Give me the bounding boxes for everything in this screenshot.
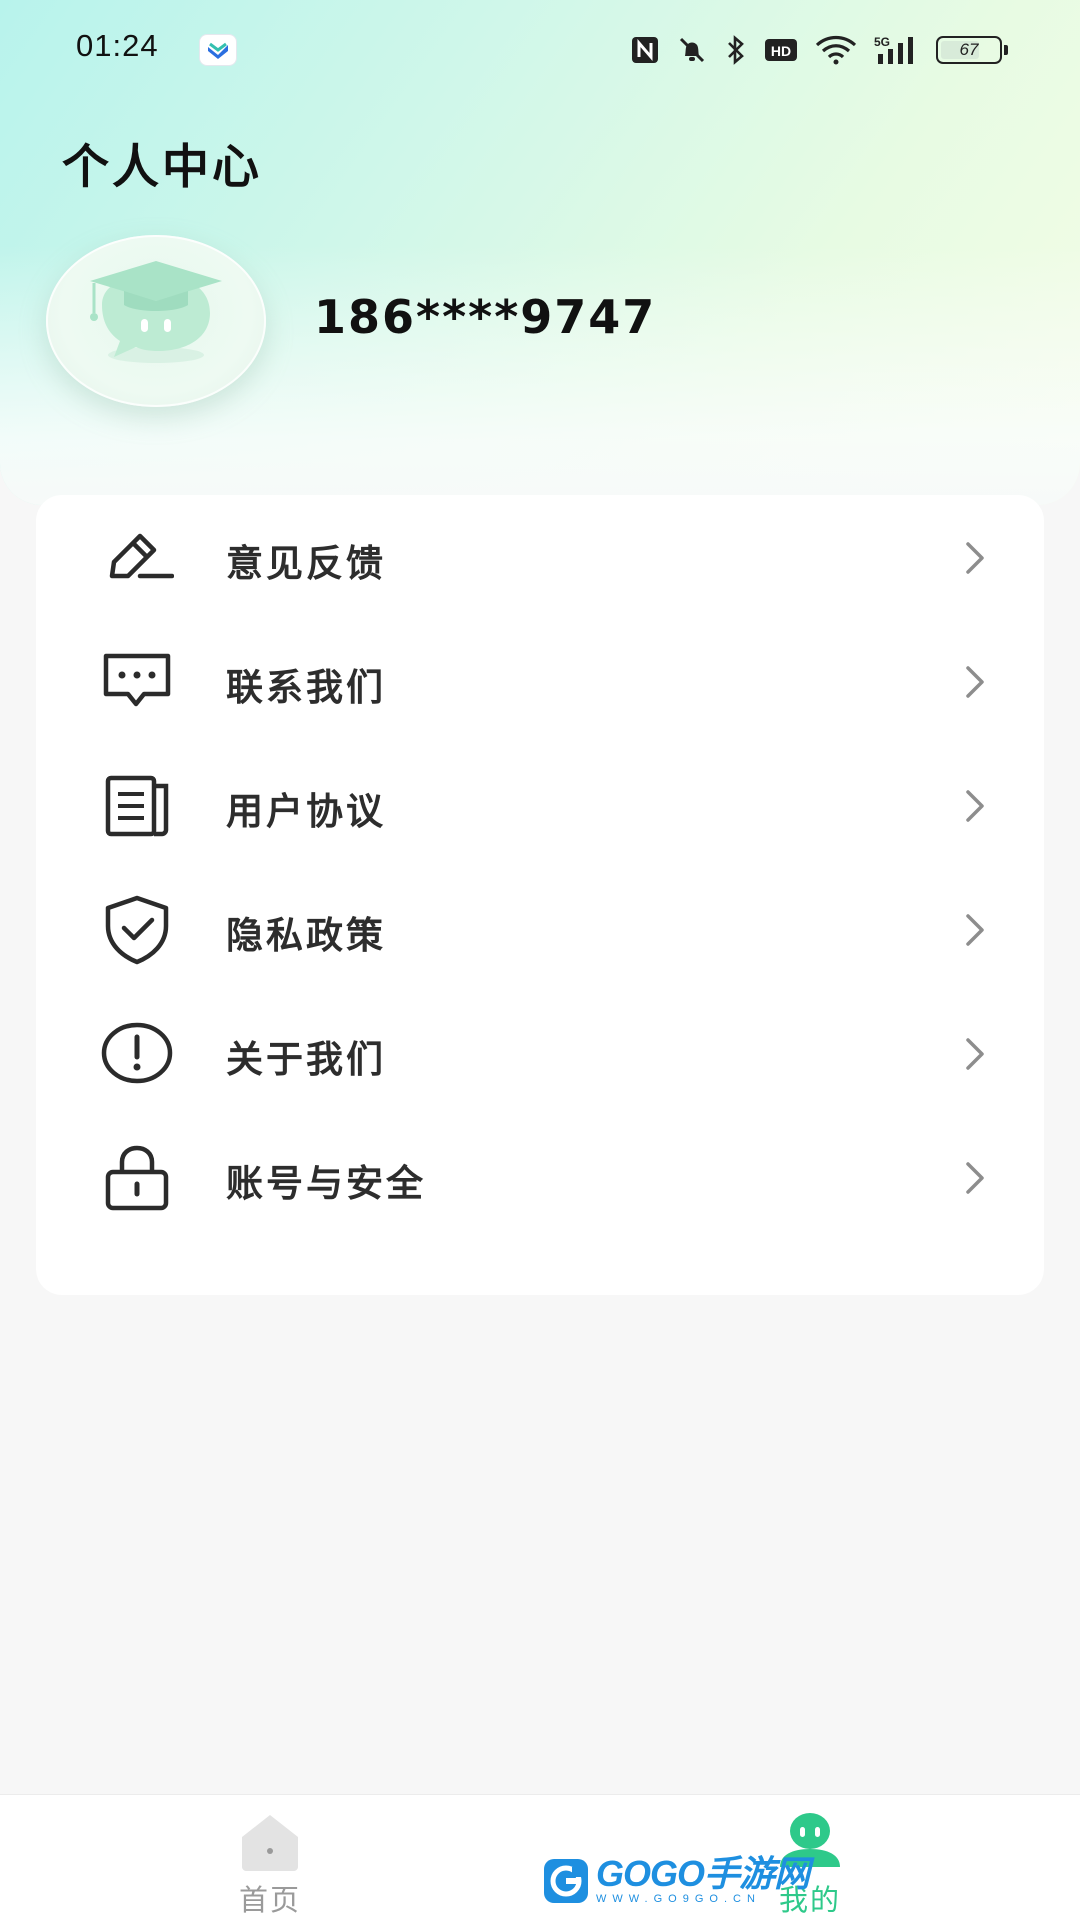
svg-text:5G: 5G [874, 35, 890, 49]
hd-icon: HD [765, 39, 797, 61]
menu-card: 意见反馈 联系我们 用户协议 隐私政策 关于我们 账号与安全 [36, 495, 1044, 1295]
menu-item-privacy-policy[interactable]: 隐私政策 [36, 867, 1044, 991]
bluetooth-icon [728, 35, 744, 65]
battery-icon: 67 [936, 36, 1008, 64]
status-time: 01:24 [76, 28, 159, 63]
tab-home-label: 首页 [238, 1883, 301, 1917]
bottom-tab-bar: 首页 我的 [0, 1794, 1080, 1921]
avatar[interactable] [46, 235, 266, 407]
menu-item-account-security[interactable]: 账号与安全 [36, 1115, 1044, 1239]
menu-item-label: 用户协议 [226, 790, 386, 833]
home-icon [242, 1815, 298, 1871]
tab-home[interactable]: 首页 [170, 1795, 370, 1921]
chevron-right-icon [966, 1162, 984, 1194]
user-phone-number: 186****9747 [314, 290, 657, 344]
menu-item-feedback[interactable]: 意见反馈 [36, 495, 1044, 619]
menu-item-user-agreement[interactable]: 用户协议 [36, 743, 1044, 867]
battery-level: 67 [959, 40, 979, 59]
chevron-right-icon [966, 914, 984, 946]
shield-check-icon [105, 895, 169, 965]
menu-item-label: 联系我们 [226, 666, 386, 709]
watermark-subtext: WWW.GO9GO.CN [596, 1893, 761, 1905]
chevron-right-icon [966, 790, 984, 822]
chevron-right-icon [966, 542, 984, 574]
app-notification-icon [200, 35, 236, 65]
menu-item-label: 意见反馈 [226, 542, 386, 585]
info-exclamation-icon [101, 1022, 173, 1084]
menu-item-label: 隐私政策 [226, 914, 386, 957]
menu-item-about-us[interactable]: 关于我们 [36, 991, 1044, 1115]
pencil-icon [109, 533, 174, 579]
chat-bubble-icon [103, 653, 171, 707]
menu-item-label: 账号与安全 [226, 1162, 426, 1205]
watermark-logo: GOGO手游网 WWW.GO9GO.CN [542, 1853, 810, 1905]
wifi-icon [815, 35, 857, 65]
menu-item-contact[interactable]: 联系我们 [36, 619, 1044, 743]
gogo-logo-icon [544, 1858, 588, 1903]
page-title: 个人中心 [62, 140, 262, 195]
svg-text:HD: HD [771, 43, 791, 59]
graduation-cap-chat-bubble-icon [90, 261, 222, 363]
document-icon [105, 775, 169, 837]
signal-5g-icon: 5G [874, 35, 913, 64]
lock-icon [105, 1145, 169, 1211]
chevron-right-icon [966, 1038, 984, 1070]
watermark-text: GOGO手游网 [596, 1853, 810, 1894]
chevron-right-icon [966, 666, 984, 698]
nfc-icon [632, 37, 658, 63]
bell-muted-icon [679, 37, 705, 63]
menu-item-label: 关于我们 [226, 1038, 386, 1081]
status-bar: 01:24 HD 5G 67 [0, 0, 1080, 100]
